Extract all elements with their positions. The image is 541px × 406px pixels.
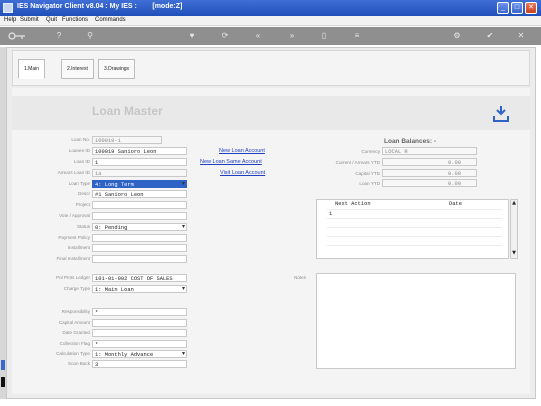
label-current-arrears-ytd: Current / Arrears YTD [335, 160, 380, 165]
column-header-next-action: Next Action [335, 201, 371, 207]
label-loan-id: Loan ID [73, 159, 90, 164]
arrears-loan-id-field[interactable]: 1a [92, 169, 187, 177]
loan-no-field[interactable]: 100019-1 [92, 136, 162, 144]
label-calculation-type: Calculation Type [56, 351, 90, 356]
label-payment-policy: Payment Policy [58, 235, 90, 240]
label-responsibility: Responsibility [61, 309, 90, 314]
charge-type-select[interactable]: 1: Main Loan [92, 285, 187, 293]
loan-type-select[interactable]: 4: Long Term [92, 180, 187, 188]
project-field[interactable] [92, 201, 187, 209]
calculation-type-select[interactable]: 1: Monthly Advance [92, 350, 187, 358]
responsibility-field[interactable]: * [92, 308, 187, 316]
table-row[interactable] [327, 236, 502, 245]
tab-interest[interactable]: 2.Interest [61, 59, 94, 79]
title-bar: IES Navigator Client v8.04 : My IES : [m… [0, 0, 541, 16]
toolbar: ? ⚲ ♥ ⟳ « » ▯ ≡ ⚙ ✔ ✕ [0, 27, 541, 45]
side-info-icon[interactable] [1, 377, 5, 387]
loan-ytd-field: 0.00 [382, 179, 477, 187]
next-action-grid[interactable]: Next Action Date 1 [316, 199, 509, 259]
label-descr: Descr [78, 191, 90, 196]
label-vote-approval: Vote / Approval [59, 213, 90, 218]
scroll-up-icon[interactable]: ▲ [511, 200, 517, 208]
descr-field[interactable]: #1 Saniorо Leon [92, 190, 187, 198]
date-granted-field[interactable] [92, 329, 187, 337]
loan-id-field[interactable]: 1 [92, 158, 187, 166]
label-currency: Currency [361, 149, 380, 154]
heart-icon[interactable]: ♥ [186, 30, 198, 42]
vote-approval-field[interactable] [92, 212, 187, 220]
list-icon[interactable]: ≡ [351, 30, 363, 42]
maximize-button[interactable]: □ [511, 2, 523, 14]
label-status: Status [76, 224, 90, 229]
table-row[interactable] [327, 227, 502, 236]
capital-amount-field[interactable] [92, 319, 187, 327]
new-loan-account-link[interactable]: New Loan Account [219, 148, 265, 154]
status-select[interactable]: 0: Pending [92, 223, 187, 231]
collection-flag-field[interactable]: * [92, 340, 187, 348]
new-loan-same-account-link[interactable]: New Loan Same Account [200, 159, 262, 165]
search-icon[interactable]: ⚲ [84, 30, 96, 42]
label-pol-pmts-ledger: Pol Pmts Ledger [56, 275, 90, 280]
label-charge-type: Charge Type [63, 286, 90, 291]
label-date-granted: Date Granted [62, 330, 90, 335]
menu-help[interactable]: Help [4, 17, 16, 23]
label-installment: Installment [67, 245, 90, 250]
menu-functions[interactable]: Functions [62, 17, 88, 23]
tabs-panel: 1.Main 2.Interest 3.Drawings [12, 50, 530, 86]
label-capital-amount: Capital Amount [58, 320, 90, 325]
table-row[interactable] [327, 209, 502, 218]
document-icon[interactable]: ▯ [318, 30, 330, 42]
capital-ytd-field: 0.00 [382, 169, 477, 177]
loan-balances-heading: Loan Balances: - [384, 138, 437, 145]
loanee-id-field[interactable]: 100019 Saniorо Leon [92, 147, 187, 155]
label-final-installment: Final Installment [56, 256, 90, 261]
scan-back-field[interactable]: 3 [92, 360, 187, 368]
installment-field[interactable] [92, 244, 187, 252]
final-installment-field[interactable] [92, 255, 187, 263]
menu-bar: Help Submit Quit Functions Commands [0, 16, 541, 26]
label-collection-flag: Collection Flag [59, 341, 90, 346]
payment-policy-field[interactable] [92, 234, 187, 242]
table-row[interactable] [327, 245, 502, 254]
cancel-icon[interactable]: ✕ [515, 30, 527, 42]
menu-submit[interactable]: Submit [20, 17, 39, 23]
label-loanee-id: Loanee ID [68, 148, 90, 153]
help-icon[interactable]: ? [53, 30, 65, 42]
app-icon [3, 3, 13, 13]
notes-textarea[interactable] [316, 273, 516, 369]
key-icon[interactable] [8, 32, 26, 40]
back-icon[interactable]: « [252, 30, 264, 42]
label-project: Project [75, 202, 90, 207]
refresh-icon[interactable]: ⟳ [219, 30, 231, 42]
minimize-button[interactable]: _ [497, 2, 509, 14]
scroll-down-icon[interactable]: ▼ [511, 250, 517, 258]
grid-scrollbar[interactable]: ▲ ▼ [510, 199, 518, 259]
label-loan-type: Loan Type [68, 181, 90, 186]
currency-field: LOCAL R [382, 147, 477, 155]
close-button[interactable]: ✕ [525, 2, 537, 14]
label-scan-back: Scan Back [68, 361, 90, 366]
download-icon[interactable] [493, 105, 509, 123]
label-loan-ytd: Loan YTD [359, 181, 380, 186]
column-header-date: Date [449, 201, 462, 207]
pol-pmts-ledger-field[interactable]: 101-01-002 COST OF SALES [92, 274, 187, 282]
menu-commands[interactable]: Commands [95, 17, 126, 23]
label-loan-no: Loan No. [71, 137, 90, 142]
menu-quit[interactable]: Quit [46, 17, 57, 23]
tab-drawings[interactable]: 3.Drawings [98, 59, 136, 79]
page-title: Loan Master [92, 104, 163, 118]
settings-icon[interactable]: ⚙ [451, 30, 463, 42]
label-notes: Notes [294, 275, 307, 280]
tab-main[interactable]: 1.Main [18, 59, 46, 79]
window-title: IES Navigator Client v8.04 : My IES : [m… [17, 3, 183, 10]
label-arrears-loan-id: Arrears Loan ID [57, 170, 90, 175]
current-arrears-ytd-field: 0.00 [382, 158, 477, 166]
header-band [12, 96, 530, 130]
label-capital-ytd: Capital YTD [355, 171, 380, 176]
forward-icon[interactable]: » [286, 30, 298, 42]
check-icon[interactable]: ✔ [484, 30, 496, 42]
side-bookmark-icon[interactable] [1, 360, 5, 370]
table-row[interactable] [327, 218, 502, 227]
visit-loan-account-link[interactable]: Visit Loan Account [220, 170, 265, 176]
